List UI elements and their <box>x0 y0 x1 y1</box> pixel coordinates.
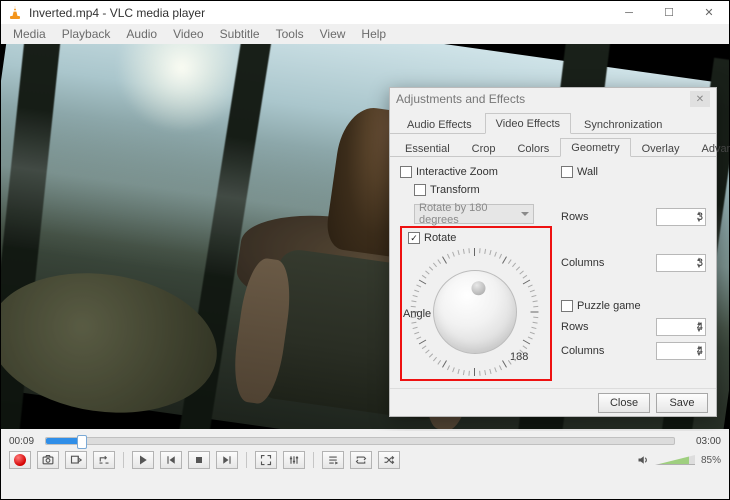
speaker-icon <box>637 454 649 466</box>
ab-loop-button[interactable] <box>93 451 115 469</box>
transform-combo-value: Rotate by 180 degrees <box>419 202 529 226</box>
dialog-save-button[interactable]: Save <box>656 393 708 413</box>
menu-audio[interactable]: Audio <box>118 26 165 42</box>
dialog-title: Adjustments and Effects <box>396 92 525 106</box>
camera-icon <box>42 454 54 466</box>
fullscreen-icon <box>260 454 272 466</box>
wall-label: Wall <box>577 166 598 178</box>
rotate-label: Rotate <box>424 232 456 244</box>
dialog-titlebar[interactable]: Adjustments and Effects ✕ <box>390 88 716 110</box>
dialog-footer: Close Save <box>390 388 716 416</box>
seek-thumb-icon[interactable] <box>77 435 87 449</box>
wall-columns-label: Columns <box>561 257 604 269</box>
window-buttons: ─ ☐ ✕ <box>609 1 729 24</box>
menubar: Media Playback Audio Video Subtitle Tool… <box>1 24 729 44</box>
puzzle-label: Puzzle game <box>577 300 641 312</box>
tab-crop[interactable]: Crop <box>461 139 507 157</box>
interactive-zoom-label: Interactive Zoom <box>416 166 498 178</box>
frame-step-button[interactable] <box>65 451 87 469</box>
volume-percent: 85% <box>701 455 721 466</box>
prev-button[interactable] <box>160 451 182 469</box>
wall-checkbox[interactable] <box>561 166 573 178</box>
menu-video[interactable]: Video <box>165 26 211 42</box>
tab-overlay[interactable]: Overlay <box>631 139 691 157</box>
menu-tools[interactable]: Tools <box>268 26 312 42</box>
dialog-close-button[interactable]: Close <box>598 393 650 413</box>
tab-audio-effects[interactable]: Audio Effects <box>396 114 483 134</box>
puzzle-checkbox[interactable] <box>561 300 573 312</box>
dialog-tabs-top: Audio Effects Video Effects Synchronizat… <box>390 110 716 134</box>
volume-slider[interactable] <box>655 455 695 465</box>
skip-back-icon <box>165 454 177 466</box>
puzzle-rows-label: Rows <box>561 321 589 333</box>
tab-colors[interactable]: Colors <box>506 139 560 157</box>
loop-icon <box>355 454 367 466</box>
shuffle-icon <box>383 454 395 466</box>
playlist-icon <box>327 454 339 466</box>
menu-help[interactable]: Help <box>353 26 394 42</box>
ab-loop-icon <box>98 454 110 466</box>
ext-settings-button[interactable] <box>283 451 305 469</box>
dialog-body: Interactive Zoom Transform Rotate by 180… <box>390 158 716 386</box>
menu-subtitle[interactable]: Subtitle <box>212 26 268 42</box>
time-total: 03:00 <box>681 436 721 447</box>
skip-fwd-icon <box>221 454 233 466</box>
frame-step-icon <box>70 454 82 466</box>
tab-video-effects[interactable]: Video Effects <box>485 113 571 134</box>
puzzle-cols-spin[interactable]: 4▲▼ <box>656 342 706 360</box>
shuffle-button[interactable] <box>378 451 400 469</box>
vlc-cone-icon <box>7 5 23 21</box>
adjustments-effects-dialog: Adjustments and Effects ✕ Audio Effects … <box>389 87 717 417</box>
stop-icon <box>193 454 205 466</box>
fullscreen-button[interactable] <box>255 451 277 469</box>
transform-checkbox[interactable] <box>414 184 426 196</box>
dialog-tabs-sub: Essential Crop Colors Geometry Overlay A… <box>390 134 716 157</box>
seek-track[interactable] <box>45 437 675 445</box>
close-button[interactable]: ✕ <box>689 1 729 24</box>
playlist-button[interactable] <box>322 451 344 469</box>
menu-view[interactable]: View <box>312 26 354 42</box>
maximize-button[interactable]: ☐ <box>649 1 689 24</box>
window-title: Inverted.mp4 - VLC media player <box>29 6 609 20</box>
titlebar: Inverted.mp4 - VLC media player ─ ☐ ✕ <box>1 1 729 24</box>
loop-button[interactable] <box>350 451 372 469</box>
play-button[interactable] <box>132 451 154 469</box>
tab-geometry[interactable]: Geometry <box>560 138 630 157</box>
next-button[interactable] <box>216 451 238 469</box>
puzzle-columns-label: Columns <box>561 345 604 357</box>
snapshot-button[interactable] <box>37 451 59 469</box>
tab-synchronization[interactable]: Synchronization <box>573 114 673 134</box>
transform-label: Transform <box>430 184 480 196</box>
minimize-button[interactable]: ─ <box>609 1 649 24</box>
record-button[interactable] <box>9 451 31 469</box>
tab-essential[interactable]: Essential <box>394 139 461 157</box>
interactive-zoom-row: Interactive Zoom <box>400 166 550 178</box>
dialog-close-icon[interactable]: ✕ <box>690 91 710 107</box>
rotate-knob-ring <box>411 248 539 376</box>
seek-bar: 00:09 03:00 <box>1 431 729 447</box>
wall-rows-label: Rows <box>561 211 589 223</box>
record-icon <box>14 454 26 466</box>
player-controls: 00:09 03:00 85% <box>1 431 729 499</box>
rotate-knob[interactable] <box>433 270 517 354</box>
tab-advanced[interactable]: Advanced <box>690 139 730 157</box>
stop-button[interactable] <box>188 451 210 469</box>
menu-media[interactable]: Media <box>5 26 54 42</box>
app-window: Inverted.mp4 - VLC media player ─ ☐ ✕ Me… <box>1 1 729 499</box>
rotate-checkbox[interactable] <box>408 232 420 244</box>
time-elapsed: 00:09 <box>9 436 39 447</box>
menu-playback[interactable]: Playback <box>54 26 119 42</box>
wall-cols-spin[interactable]: 3▲▼ <box>656 254 706 272</box>
interactive-zoom-checkbox[interactable] <box>400 166 412 178</box>
knob-indicator-icon <box>471 280 487 296</box>
wall-rows-spin[interactable]: 3▲▼ <box>656 208 706 226</box>
puzzle-rows-spin[interactable]: 4▲▼ <box>656 318 706 336</box>
play-icon <box>137 454 149 466</box>
equalizer-icon <box>288 454 300 466</box>
transform-combo[interactable]: Rotate by 180 degrees <box>414 204 534 224</box>
